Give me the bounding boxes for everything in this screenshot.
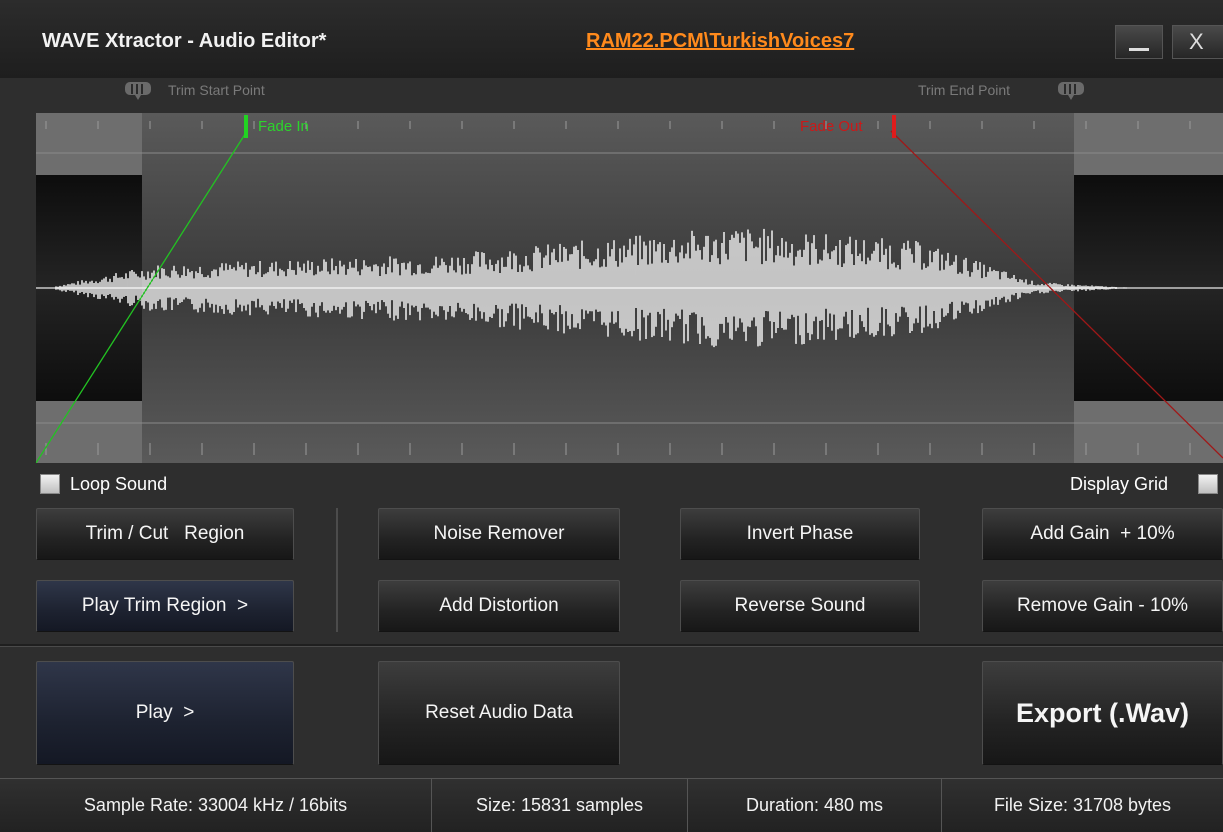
export-wav-button[interactable]: Export (.Wav)	[982, 661, 1223, 765]
fade-out-label: Fade Out	[800, 118, 863, 135]
section-divider	[0, 644, 1223, 647]
close-button[interactable]: X	[1172, 25, 1223, 59]
trim-end-handle-icon[interactable]	[1056, 80, 1086, 100]
button-group-divider	[336, 508, 338, 632]
minimize-button[interactable]	[1115, 25, 1163, 59]
fade-in-label: Fade In	[258, 118, 309, 135]
status-sample-rate: Sample Rate: 33004 kHz / 16bits	[0, 779, 432, 832]
title-bar: WAVE Xtractor - Audio Editor* RAM22.PCM\…	[0, 0, 1223, 78]
invert-phase-button[interactable]: Invert Phase	[680, 508, 920, 560]
loop-sound-label: Loop Sound	[70, 474, 168, 494]
status-duration: Duration: 480 ms	[688, 779, 942, 832]
add-gain-button[interactable]: Add Gain + 10%	[982, 508, 1223, 560]
status-bar: Sample Rate: 33004 kHz / 16bits Size: 15…	[0, 778, 1223, 832]
fade-out-marker[interactable]	[892, 115, 896, 138]
trim-start-label: Trim Start Point	[168, 82, 265, 98]
play-button[interactable]: Play >	[36, 661, 294, 765]
remove-gain-button[interactable]: Remove Gain - 10%	[982, 580, 1223, 632]
noise-remover-button[interactable]: Noise Remover	[378, 508, 620, 560]
reverse-sound-button[interactable]: Reverse Sound	[680, 580, 920, 632]
waveform-display[interactable]: Fade In Fade Out	[36, 113, 1223, 463]
waveform-canvas[interactable]	[36, 113, 1223, 463]
trim-cut-region-button[interactable]: Trim / Cut Region	[36, 508, 294, 560]
window-title: WAVE Xtractor - Audio Editor*	[42, 30, 327, 52]
add-distortion-button[interactable]: Add Distortion	[378, 580, 620, 632]
status-file-size: File Size: 31708 bytes	[993, 795, 1172, 815]
display-grid-label: Display Grid	[1070, 474, 1169, 494]
fade-in-marker[interactable]	[244, 115, 248, 138]
play-trim-region-button[interactable]: Play Trim Region >	[36, 580, 294, 632]
trim-start-handle-icon[interactable]	[123, 80, 153, 100]
status-size: Size: 15831 samples	[432, 779, 688, 832]
file-path-link[interactable]: RAM22.PCM\TurkishVoices7	[586, 30, 854, 53]
display-grid-checkbox[interactable]	[1198, 474, 1218, 494]
trim-end-label: Trim End Point	[918, 82, 1011, 98]
loop-sound-checkbox[interactable]	[40, 474, 60, 494]
reset-audio-data-button[interactable]: Reset Audio Data	[378, 661, 620, 765]
